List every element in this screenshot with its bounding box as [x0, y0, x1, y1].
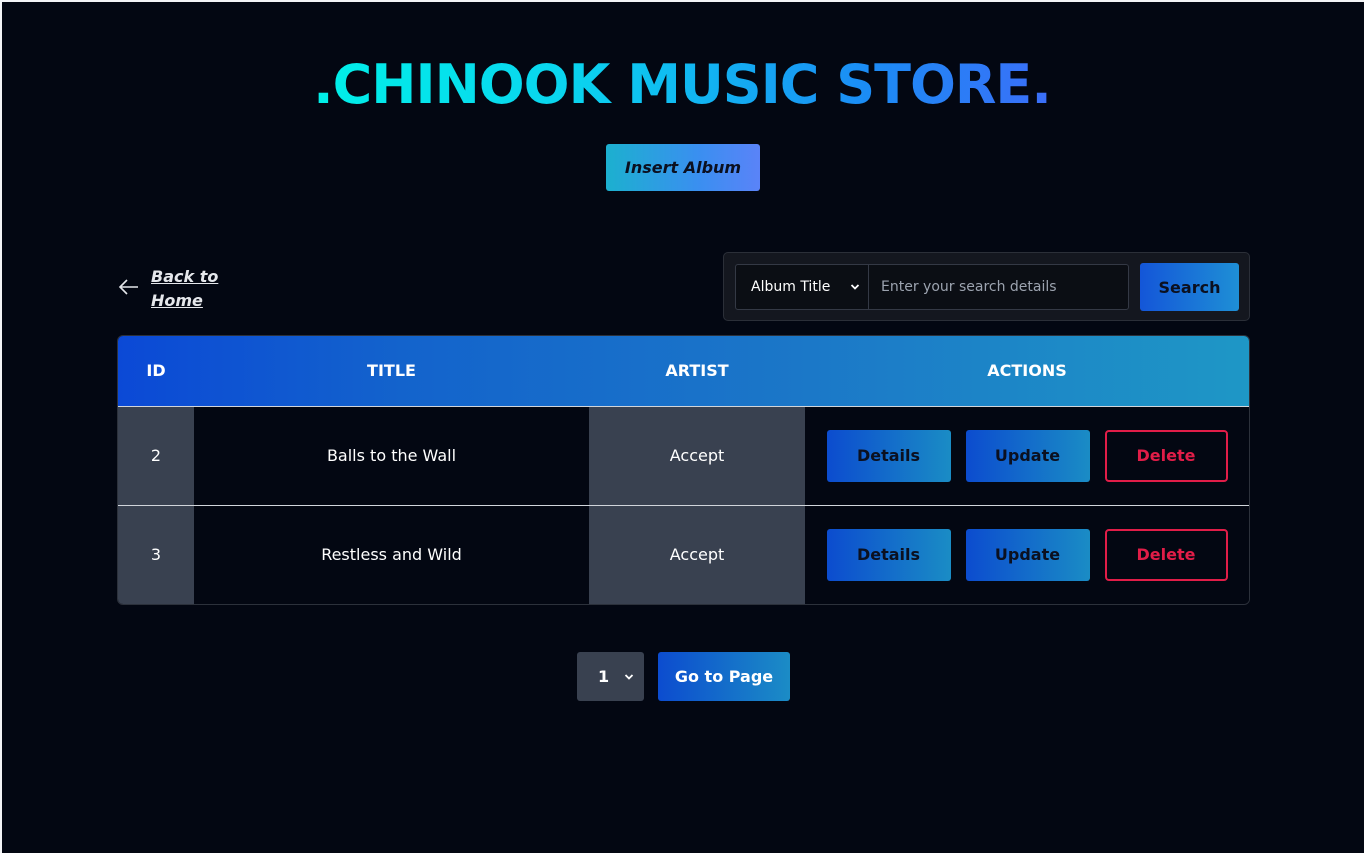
album-actions-cell: Details Update Delete	[805, 406, 1249, 505]
table-row: 2 Balls to the Wall Accept Details Updat…	[118, 406, 1249, 505]
search-field-select[interactable]: Album Title	[736, 265, 869, 309]
update-button[interactable]: Update	[965, 528, 1090, 581]
go-to-page-button[interactable]: Go to Page	[658, 652, 790, 701]
search-input[interactable]	[869, 265, 1128, 309]
update-button[interactable]: Update	[965, 429, 1090, 482]
delete-button[interactable]: Delete	[1104, 528, 1228, 581]
column-header-actions: ACTIONS	[987, 361, 1067, 381]
album-actions-cell: Details Update Delete	[805, 505, 1249, 604]
pagination: 1 Go to Page	[577, 652, 790, 701]
search-field-selected: Album Title	[751, 279, 831, 295]
chevron-down-icon	[624, 674, 634, 680]
album-title-cell: Balls to the Wall	[194, 406, 589, 505]
album-id-cell: 2	[118, 406, 194, 505]
back-to-home-link[interactable]: Back to Home	[118, 265, 231, 313]
arrow-left-icon	[118, 279, 138, 295]
table-header-row: ID TITLE ARTIST ACTIONS	[118, 336, 1249, 406]
details-button[interactable]: Details	[826, 429, 951, 482]
details-button[interactable]: Details	[826, 528, 951, 581]
delete-button[interactable]: Delete	[1104, 429, 1228, 482]
page-number-select[interactable]: 1	[577, 652, 644, 701]
search-field-group: Album Title	[735, 264, 1129, 310]
page-title: .CHINOOK MUSIC STORE.	[313, 53, 1052, 116]
search-bar: Album Title Search	[723, 252, 1250, 321]
album-id-cell: 3	[118, 505, 194, 604]
back-to-home-label: Back to Home	[151, 267, 219, 310]
album-artist-cell: Accept	[589, 505, 805, 604]
album-artist-cell: Accept	[589, 406, 805, 505]
chevron-down-icon	[850, 284, 860, 290]
albums-table: ID TITLE ARTIST ACTIONS 2 Balls to the W…	[117, 335, 1250, 605]
column-header-artist: ARTIST	[665, 361, 729, 381]
page-number-selected: 1	[598, 667, 610, 686]
insert-album-button[interactable]: Insert Album	[606, 144, 760, 191]
table-row: 3 Restless and Wild Accept Details Updat…	[118, 505, 1249, 604]
album-title-cell: Restless and Wild	[194, 505, 589, 604]
search-button[interactable]: Search	[1140, 263, 1239, 311]
column-header-id: ID	[146, 361, 166, 381]
column-header-title: TITLE	[367, 361, 416, 381]
